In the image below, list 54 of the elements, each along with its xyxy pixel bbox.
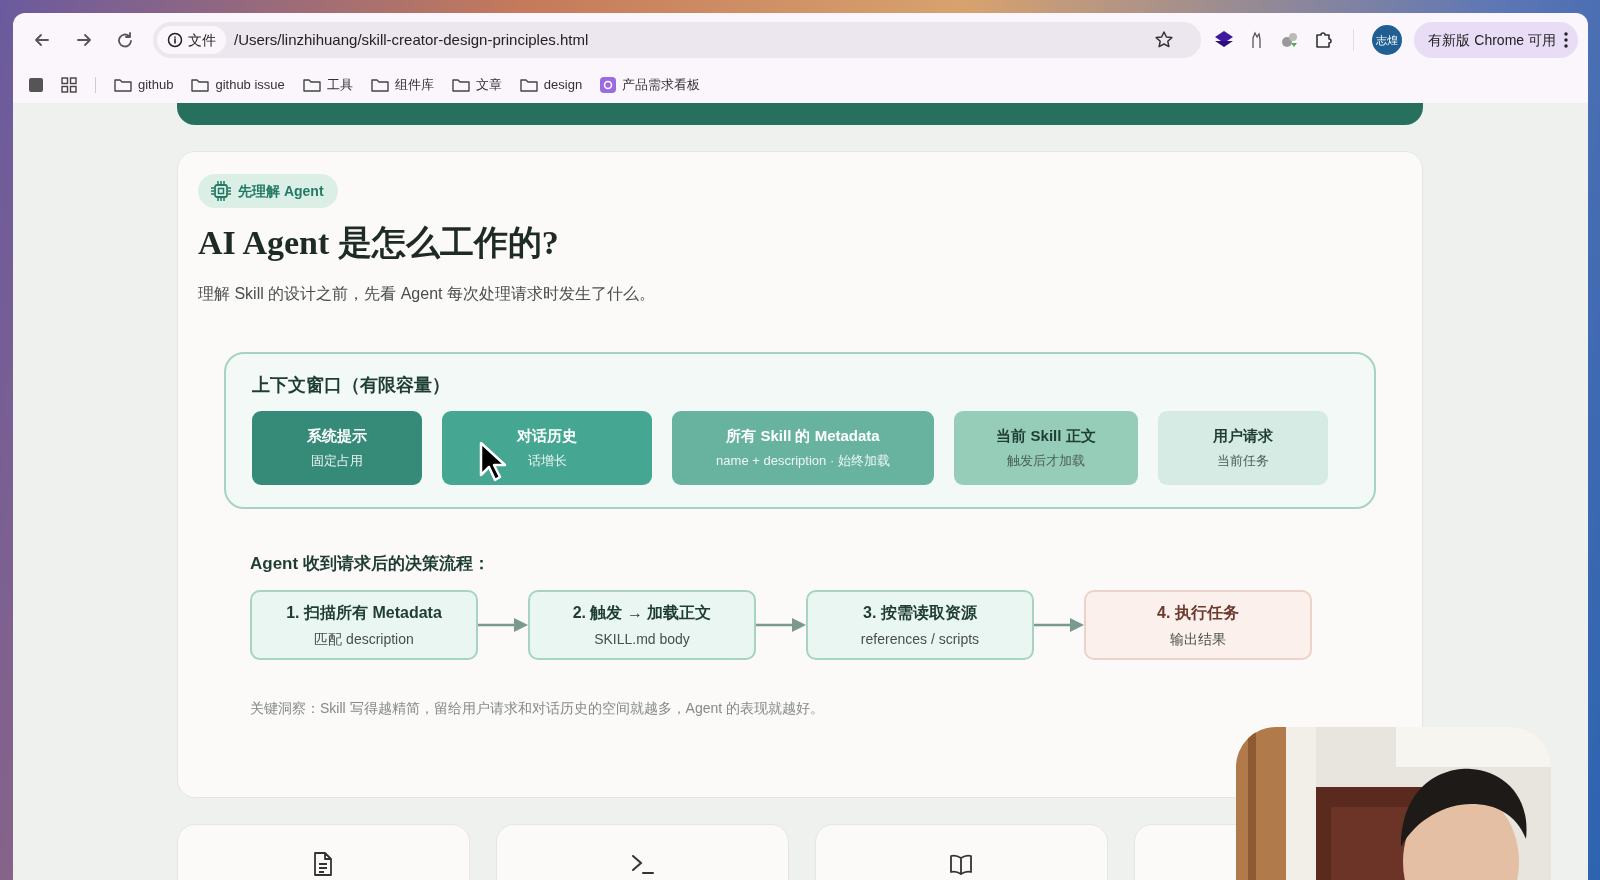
block-subtitle: 触发后才加载 [1007, 451, 1085, 470]
bookmark-item[interactable]: github issue [191, 75, 285, 95]
url-text: /Users/linzhihuang/skill-creator-design-principles.html [234, 29, 590, 50]
block-title: 当前 Skill 正文 [996, 426, 1096, 447]
block-subtitle: name + description · 始终加载 [716, 451, 890, 470]
folder-icon [191, 78, 210, 92]
flow-title: Agent 收到请求后的决策流程： [250, 552, 491, 575]
more-icon [1564, 32, 1568, 48]
step-subtitle: SKILL.md body [594, 629, 690, 649]
block-title: 系统提示 [307, 426, 367, 447]
block-title: 对话历史 [517, 426, 577, 447]
block-subtitle: 当前任务 [1217, 451, 1269, 470]
block-subtitle: 固定占用 [311, 451, 363, 470]
bookmark-item[interactable]: github [114, 75, 174, 95]
reload-icon [117, 32, 135, 48]
address-bar[interactable]: 文件 /Users/linzhihuang/skill-creator-design-principles.html [153, 22, 1202, 58]
bookmark-item[interactable]: 工具 [302, 75, 353, 95]
block-title: 用户请求 [1213, 426, 1273, 447]
step-title: 1. 扫描所有 Metadata [286, 602, 442, 623]
bookmark-item[interactable]: design [519, 75, 583, 95]
bookmark-item[interactable]: 组件库 [370, 75, 434, 95]
step-title: 3. 按需读取资源 [863, 602, 977, 623]
step-subtitle: 匹配 description [314, 629, 414, 649]
back-icon [33, 32, 51, 48]
block-title: 所有 Skill 的 Metadata [726, 426, 880, 447]
panel-title: 上下文窗口（有限容量） [252, 373, 451, 397]
section-heading: AI Agent 是怎么工作的? [198, 223, 560, 263]
profile-avatar[interactable]: 志煌 [1372, 25, 1403, 55]
folder-icon [302, 78, 321, 92]
folder-icon [519, 78, 538, 92]
section-badge: 先理解 Agent [198, 174, 338, 208]
info-icon [167, 32, 183, 48]
update-button[interactable]: 有新版 Chrome 可用 [1414, 22, 1578, 58]
intro-text: 理解 Skill 的设计之前，先看 Agent 每次处理请求时发生了什么。 [198, 283, 656, 304]
step-subtitle: 输出结果 [1170, 629, 1226, 649]
app-icon [600, 77, 617, 93]
bookmark-item[interactable]: 产品需求看板 [600, 75, 701, 95]
arrow-icon [478, 617, 528, 634]
arrow-icon [1034, 617, 1084, 634]
chip-icon [210, 180, 232, 202]
site-info-button[interactable]: 文件 [157, 26, 226, 54]
forward-icon [75, 32, 93, 48]
folder-icon [451, 78, 470, 92]
mouse-pointer-icon [478, 440, 508, 483]
bookmark-item[interactable]: 文章 [451, 75, 502, 95]
block-subtitle: 话增长 [527, 451, 567, 470]
step-title: 4. 执行任务 [1157, 602, 1239, 623]
folder-icon [370, 78, 389, 92]
folder-icon [114, 78, 132, 92]
insight-text: 关键洞察：Skill 写得越精简，留给用户请求和对话历史的空间就越多，Agent 的表现就越好。 [250, 699, 826, 719]
arrow-icon [756, 617, 806, 634]
apps-grid-icon[interactable] [61, 77, 77, 93]
step-title: 2. 触发 → 加载正文 [572, 602, 712, 623]
step-subtitle: references / scripts [860, 629, 980, 649]
